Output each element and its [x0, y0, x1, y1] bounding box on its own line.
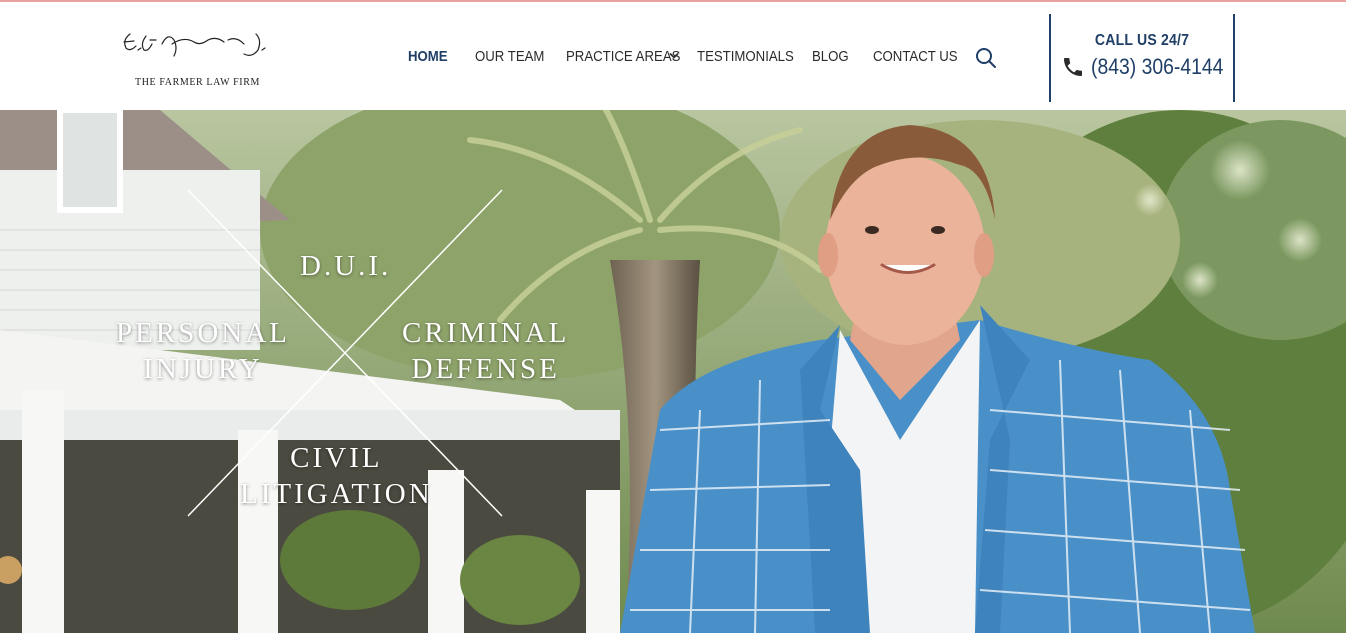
nav-blog[interactable]: BLOG	[812, 48, 849, 65]
firm-logo[interactable]: THE FARMER LAW FIRM	[112, 20, 292, 92]
nav-contact-us[interactable]: CONTACT US	[873, 48, 958, 65]
practice-defense-label: DEFENSE	[411, 353, 560, 385]
practice-criminal-defense[interactable]: CRIMINAL DEFENSE	[402, 315, 569, 387]
practice-personal-injury[interactable]: PERSONAL INJURY	[116, 315, 290, 387]
practice-dui[interactable]: D.U.I.	[300, 248, 391, 284]
phone-icon	[1064, 58, 1082, 76]
site-header: THE FARMER LAW FIRM HOME OUR TEAM PRACTI…	[0, 2, 1346, 110]
search-icon[interactable]	[975, 47, 997, 69]
chevron-down-icon[interactable]	[669, 52, 679, 60]
practice-criminal-label: CRIMINAL	[402, 317, 570, 349]
nav-home[interactable]: HOME	[408, 48, 448, 65]
call-phone-link[interactable]: (843) 306-4144	[1061, 54, 1241, 80]
nav-our-team[interactable]: OUR TEAM	[475, 48, 544, 65]
practice-civil-litigation[interactable]: CIVIL LITIGATION	[240, 440, 433, 512]
practice-litigation-label: LITIGATION	[240, 478, 433, 510]
practice-dui-label: D.U.I.	[300, 250, 392, 282]
hero-section: D.U.I. PERSONAL INJURY CRIMINAL DEFENSE …	[0, 110, 1346, 633]
firm-name: THE FARMER LAW FIRM	[135, 77, 260, 88]
practice-personal-label: PERSONAL	[116, 317, 290, 349]
phone-number: (843) 306-4144	[1091, 54, 1224, 79]
call-box: CALL US 24/7 (843) 306-4144	[1049, 14, 1235, 102]
call-label: CALL US 24/7	[1094, 32, 1190, 49]
practice-injury-label: INJURY	[143, 353, 263, 385]
nav-practice-areas[interactable]: PRACTICE AREAS	[566, 48, 680, 65]
signature-logo-icon	[123, 33, 266, 57]
nav-testimonials[interactable]: TESTIMONIALS	[697, 48, 794, 65]
practice-civil-label: CIVIL	[290, 442, 383, 474]
